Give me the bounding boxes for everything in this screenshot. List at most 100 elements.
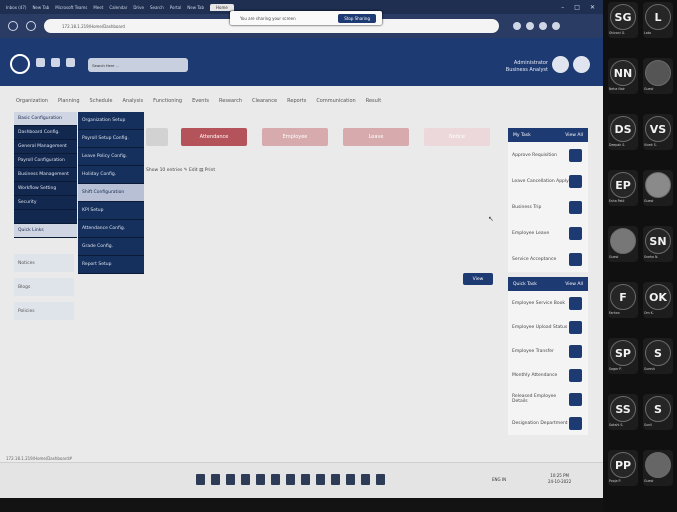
menu-item[interactable]: Business Management: [14, 168, 77, 182]
participant-tile[interactable]: SP Sagar P.: [608, 338, 638, 374]
app-icon[interactable]: [316, 474, 325, 485]
settings-icon[interactable]: [573, 56, 590, 73]
task-item[interactable]: Business Trip: [508, 194, 588, 220]
extension-icon[interactable]: [526, 22, 534, 30]
leave-button[interactable]: Leave: [343, 128, 409, 146]
participant-tile[interactable]: PP Pooja P.: [608, 450, 638, 486]
task-item[interactable]: Employee Service Book: [508, 291, 588, 315]
menu-item[interactable]: Workflow Setting: [14, 182, 77, 196]
notice-button[interactable]: Notice: [424, 128, 490, 146]
view-all-link[interactable]: View All: [565, 133, 583, 138]
back-icon[interactable]: [8, 21, 18, 31]
menu-item[interactable]: [14, 210, 77, 224]
windows-icon[interactable]: [196, 474, 205, 485]
submenu-item[interactable]: Leave Policy Config.: [78, 148, 144, 166]
system-tray[interactable]: ENG IN: [492, 477, 506, 482]
submenu-item[interactable]: Payroll Setup Config.: [78, 130, 144, 148]
browser-tab[interactable]: Search: [150, 5, 164, 10]
participant-tile[interactable]: SG Shivani G.: [608, 2, 638, 38]
submenu-item[interactable]: Holiday Config.: [78, 166, 144, 184]
submenu-item[interactable]: Report Setup: [78, 256, 144, 274]
task-view-icon[interactable]: [226, 474, 235, 485]
app-logo[interactable]: [10, 54, 30, 74]
menu-item[interactable]: Planning: [58, 98, 80, 104]
policies-link[interactable]: Policies: [14, 302, 74, 320]
participant-tile[interactable]: Guest: [643, 58, 673, 94]
participant-tile[interactable]: DS Deepak S.: [608, 114, 638, 150]
app-icon[interactable]: [376, 474, 385, 485]
menu-item[interactable]: Security: [14, 196, 77, 210]
participant-tile[interactable]: EP Esha Patil: [608, 170, 638, 206]
menu-item[interactable]: Basic Configuration: [14, 112, 77, 126]
table-toolbar[interactable]: Show 10 entries ✎ Edit ▤ Print: [146, 168, 215, 173]
menu-item[interactable]: Result: [366, 98, 381, 104]
notices-link[interactable]: Notices: [14, 254, 74, 272]
participant-tile[interactable]: NN Neha Nair: [608, 58, 638, 94]
browser-tab[interactable]: Calendar: [109, 5, 127, 10]
participant-tile[interactable]: L Lata: [643, 2, 673, 38]
reload-icon[interactable]: [26, 21, 36, 31]
app-icon[interactable]: [256, 474, 265, 485]
view-all-link[interactable]: View All: [565, 282, 583, 287]
participant-tile[interactable]: Guest: [643, 450, 673, 486]
file-explorer-icon[interactable]: [241, 474, 250, 485]
minimize-button[interactable]: –: [561, 4, 564, 11]
app-icon[interactable]: [286, 474, 295, 485]
participant-tile[interactable]: SS Sakshi S.: [608, 394, 638, 430]
participant-tile[interactable]: Guest: [608, 226, 638, 262]
app-icon[interactable]: [361, 474, 370, 485]
chrome-icon[interactable]: [271, 474, 280, 485]
task-item[interactable]: Monthly Attendance: [508, 363, 588, 387]
profile-icon[interactable]: [539, 22, 547, 30]
menu-item[interactable]: Clearance: [252, 98, 277, 104]
participant-tile[interactable]: F Farhan: [608, 282, 638, 318]
menu-item[interactable]: Schedule: [90, 98, 113, 104]
stop-sharing-button[interactable]: Stop Sharing: [338, 13, 376, 23]
menu-icon[interactable]: [552, 22, 560, 30]
search-icon[interactable]: [211, 474, 220, 485]
menu-item[interactable]: Functioning: [153, 98, 182, 104]
menu-item[interactable]: Dashboard Config.: [14, 126, 77, 140]
menu-item[interactable]: Quick Links: [14, 224, 77, 238]
app-icon[interactable]: [301, 474, 310, 485]
extension-icon[interactable]: [513, 22, 521, 30]
search-input[interactable]: [88, 58, 188, 72]
participant-tile[interactable]: S Suresh: [643, 338, 673, 374]
browser-tab[interactable]: New Tab: [32, 5, 49, 10]
maximize-button[interactable]: □: [574, 4, 580, 11]
menu-item[interactable]: Payroll Configuration: [14, 154, 77, 168]
browser-tab[interactable]: Meet: [93, 5, 103, 10]
submenu-item[interactable]: Organization Setup: [78, 112, 144, 130]
submenu-item[interactable]: Grade Config.: [78, 238, 144, 256]
menu-item[interactable]: Communication: [316, 98, 355, 104]
clock[interactable]: 10:25 PM 24-10-2022: [548, 473, 571, 485]
menu-item[interactable]: Events: [192, 98, 209, 104]
participant-tile[interactable]: Guest: [643, 170, 673, 206]
submenu-item[interactable]: Attendance Config.: [78, 220, 144, 238]
menu-item[interactable]: Analysis: [123, 98, 144, 104]
participant-tile[interactable]: VS Vivek S.: [643, 114, 673, 150]
submenu-item[interactable]: KPI Setup: [78, 202, 144, 220]
browser-tab[interactable]: Microsoft Teams: [55, 5, 87, 10]
task-item[interactable]: Service Acceptance: [508, 246, 588, 272]
browser-tab[interactable]: Inbox (47): [6, 5, 26, 10]
browser-tab[interactable]: Drive: [133, 5, 144, 10]
task-item[interactable]: Employee Upload Status: [508, 315, 588, 339]
grid-icon[interactable]: [66, 58, 75, 67]
participant-tile[interactable]: OK Om K.: [643, 282, 673, 318]
browser-tab[interactable]: New Tab: [187, 5, 204, 10]
browser-tab[interactable]: Portal: [170, 5, 182, 10]
bell-icon[interactable]: [51, 58, 60, 67]
app-icon[interactable]: [346, 474, 355, 485]
view-button[interactable]: View: [463, 273, 493, 285]
attendance-button[interactable]: Attendance: [181, 128, 247, 146]
teams-icon[interactable]: [331, 474, 340, 485]
task-item[interactable]: Approve Requisition: [508, 142, 588, 168]
task-item[interactable]: Leave Cancellation Apply: [508, 168, 588, 194]
menu-item[interactable]: General Management: [14, 140, 77, 154]
browser-tab-active[interactable]: Home: [210, 3, 234, 11]
avatar[interactable]: [552, 56, 569, 73]
close-button[interactable]: ✕: [590, 4, 595, 11]
employee-button[interactable]: Employee: [262, 128, 328, 146]
participant-tile[interactable]: S Sunil: [643, 394, 673, 430]
